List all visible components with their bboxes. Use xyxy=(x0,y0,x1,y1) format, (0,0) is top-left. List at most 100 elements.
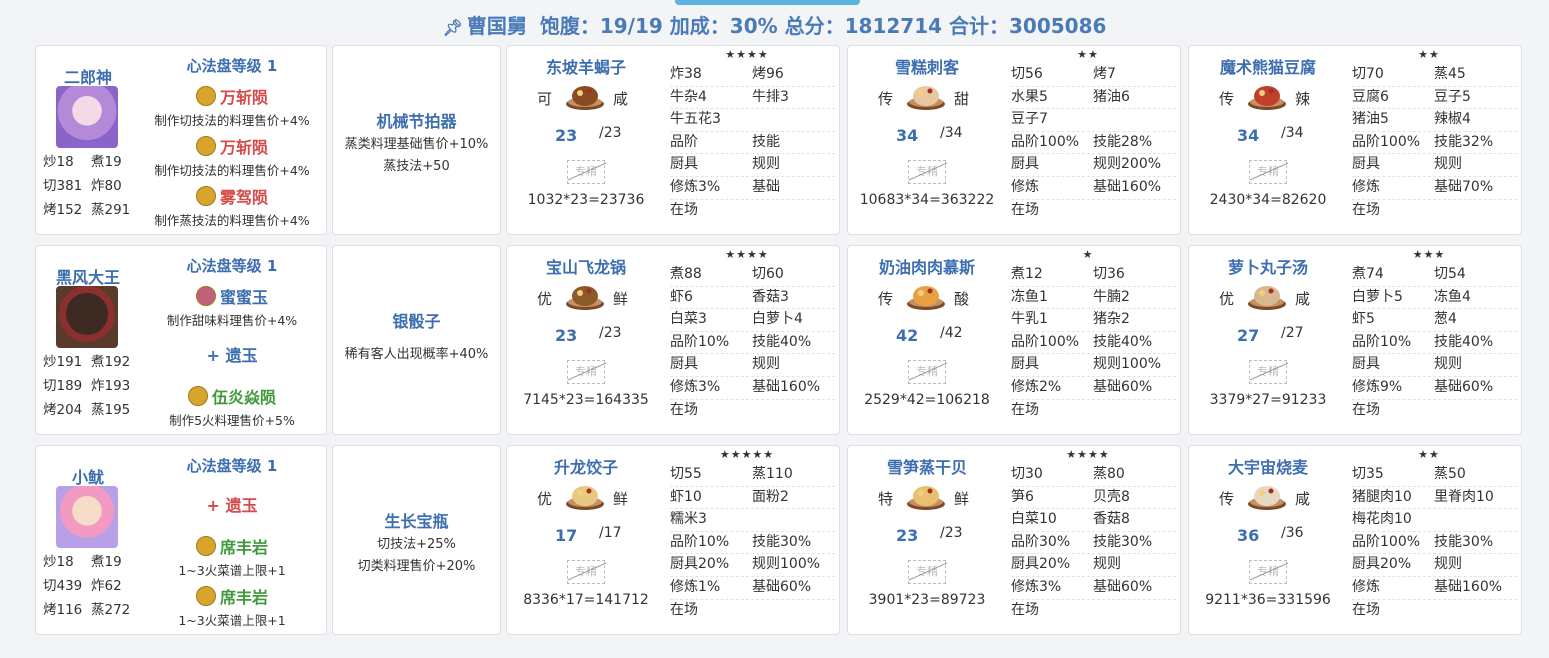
detail-cell: 豆子5 xyxy=(1434,88,1471,105)
detail-cell: 香菇8 xyxy=(1093,511,1130,528)
specialty-disabled-icon: 专精 xyxy=(908,160,946,184)
recipe-name: 升龙饺子 xyxy=(553,458,618,477)
jade-name-line: 万斩陨 xyxy=(141,84,323,108)
detail-cell: 豆子7 xyxy=(1011,111,1048,128)
jade-slot[interactable]: 蜜蜜玉 制作甜味料理售价+4% xyxy=(141,284,323,329)
jade-name: 万斩陨 xyxy=(219,138,268,157)
detail-cell: 规则 xyxy=(752,356,780,373)
recipe-rarity-tag: 可 xyxy=(537,90,553,108)
recipe-card[interactable]: 雪糕刺客 ★★ 传 甜 34 34 专精 10683*34=363222 切56 烤7 水果5 猪油6… xyxy=(847,45,1181,235)
recipe-flavor-tag: 咸 xyxy=(613,90,629,108)
recipe-detail-grid: 煮74 切54 白萝卜5 冻鱼4 虾5 葱4 品阶10% 技能40% 厨具 规则 修炼9% 基础60%… xyxy=(1352,264,1517,421)
detail-cell: 切70 xyxy=(1352,66,1384,82)
detail-row: 修炼9% 基础60% xyxy=(1352,377,1517,400)
score-text: 总分：1812714 xyxy=(784,14,943,38)
jade-name: + 遗玉 xyxy=(206,346,258,365)
recipe-quantity[interactable]: 36 xyxy=(1237,526,1259,545)
detail-cell: 辣椒4 xyxy=(1434,111,1471,128)
detail-cell: 笋6 xyxy=(1011,488,1034,505)
jade-slot[interactable]: + 遗玉 xyxy=(141,492,323,516)
recipe-quantity[interactable]: 34 xyxy=(896,126,918,145)
detail-row: 切55 蒸110 xyxy=(670,464,835,487)
jade-gem-icon xyxy=(195,536,216,556)
stat-value: 煮192 xyxy=(91,354,131,370)
recipe-card[interactable]: 奶油肉肉慕斯 ★ 传 酸 42 42 专精 2529*42=106218 煮12 切36 冻鱼1 牛腩… xyxy=(847,245,1181,435)
recipe-rarity-tag: 优 xyxy=(537,490,553,508)
detail-row: 在场 xyxy=(1352,600,1517,622)
jade-slot[interactable]: 雾驾陨 制作蒸技法的料理售价+4% xyxy=(141,184,323,229)
recipe-card[interactable]: 雪笋蒸干贝 ★★★★ 特 鲜 23 23 专精 3901*23=89723 切30 蒸80 笋6 贝壳… xyxy=(847,445,1181,635)
recipe-detail-grid: 切35 蒸50 猪腿肉10 里脊肉10 梅花肉10 品阶100% 技能30% 厨具20% 规则修… xyxy=(1352,464,1517,621)
jade-slot[interactable]: 万斩陨 制作切技法的料理售价+4% xyxy=(141,134,323,179)
equip-effect-line: 稀有客人出现概率+40% xyxy=(344,347,489,362)
detail-cell: 基础160% xyxy=(1434,578,1503,595)
jade-slot[interactable]: 万斩陨 制作切技法的料理售价+4% xyxy=(141,84,323,129)
recipe-quantity[interactable]: 23 xyxy=(555,126,577,145)
jade-gem-icon xyxy=(195,286,216,306)
detail-cell: 虾5 xyxy=(1352,311,1375,328)
recipe-max-quantity: 34 xyxy=(940,125,963,141)
specialty-disabled-icon: 专精 xyxy=(908,360,946,384)
recipe-max-quantity: 23 xyxy=(599,125,622,141)
equip-card[interactable]: 生长宝瓶 切技法+25% 切类料理售价+20% xyxy=(332,445,501,635)
detail-cell: 品阶30% xyxy=(1011,533,1071,550)
specialty-disabled-icon: 专精 xyxy=(567,160,605,184)
jade-name-line: 席丰岩 xyxy=(141,534,323,558)
chef-card[interactable]: 二郎神 炒18 煮19 切381 炸80 烤152 蒸291 心法盘等级 1 万斩陨 制作切技法的… xyxy=(35,45,327,235)
recipe-quantity[interactable]: 23 xyxy=(896,526,918,545)
recipe-rarity-tag: 传 xyxy=(1219,90,1235,108)
detail-row: 冻鱼1 牛腩2 xyxy=(1011,287,1176,310)
recipe-name: 雪糕刺客 xyxy=(894,58,959,77)
stat-row: 炒18 煮19 xyxy=(43,150,143,174)
detail-cell: 修炼 xyxy=(1352,578,1380,595)
recipe-card[interactable]: 魔术熊猫豆腐 ★★ 传 辣 34 34 专精 2430*34=82620 切70 蒸45 豆腐6 豆子… xyxy=(1188,45,1522,235)
recipe-card[interactable]: 大宇宙烧麦 ★★ 传 咸 36 36 专精 9211*36=331596 切35 蒸50 猪腿肉10… xyxy=(1188,445,1522,635)
equip-card[interactable]: 机械节拍器 蒸类料理基础售价+10% 蒸技法+50 xyxy=(332,45,501,235)
detail-row: 修炼3% 基础60% xyxy=(1011,577,1176,600)
chef-card[interactable]: 黑风大王 炒191 煮192 切189 炸193 烤204 蒸195 心法盘等级 1 蜜蜜玉 制作… xyxy=(35,245,327,435)
detail-row: 品阶100% 技能32% xyxy=(1352,132,1517,155)
recipe-name: 宝山飞龙锅 xyxy=(545,258,626,277)
recipe-quantity[interactable]: 23 xyxy=(555,326,577,345)
detail-cell: 基础70% xyxy=(1434,178,1494,195)
recipe-card[interactable]: 东坡羊蝎子★★★★可咸2323专精1032*23=23736炸38烤96牛杂4牛… xyxy=(506,45,840,235)
detail-cell: 牛排3 xyxy=(752,88,789,105)
recipe-quantity[interactable]: 17 xyxy=(555,526,577,545)
recipe-card[interactable]: 萝卜丸子汤 ★★★ 优 咸 27 27 专精 3379*27=91233 煮74 切54 白萝卜5 冻… xyxy=(1188,245,1522,435)
recipe-quantity[interactable]: 42 xyxy=(896,326,918,345)
detail-cell: 技能 xyxy=(752,133,780,150)
detail-row: 修炼3% 基础 xyxy=(670,177,835,200)
jade-slot[interactable]: + 遗玉 xyxy=(141,342,323,366)
detail-row: 厨具 规则 xyxy=(670,354,835,377)
detail-cell: 烤7 xyxy=(1093,66,1116,82)
detail-cell: 白菜10 xyxy=(1011,511,1057,528)
jade-name: 蜜蜜玉 xyxy=(219,288,268,307)
detail-cell: 猪腿肉10 xyxy=(1352,488,1412,505)
jade-name: 雾驾陨 xyxy=(219,188,268,207)
detail-cell: 技能40% xyxy=(752,333,812,350)
chef-name: 二郎神 xyxy=(63,68,112,87)
recipe-quantity[interactable]: 34 xyxy=(1237,126,1259,145)
stat-row: 切189 炸193 xyxy=(43,374,143,398)
jade-name: 伍炎焱陨 xyxy=(211,388,276,407)
recipe-detail-grid: 切56 烤7 水果5 猪油6 豆子7 品阶100% 技能28% 厨具 规则200% 修炼 基础160… xyxy=(1011,64,1176,221)
recipe-card[interactable]: 升龙饺子 ★★★★★ 优 鲜 17 17 专精 8336*17=141712 切55 蒸110 虾1… xyxy=(506,445,840,635)
recipe-price-formula: 9211*36=331596 xyxy=(1205,592,1331,608)
detail-cell: 修炼 xyxy=(1011,178,1039,195)
detail-cell: 规则 xyxy=(1434,556,1462,573)
equip-card[interactable]: 银骰子 稀有客人出现概率+40% xyxy=(332,245,501,435)
detail-cell: 切56 xyxy=(1011,66,1043,82)
dish-icon xyxy=(1247,478,1287,512)
recipe-quantity[interactable]: 27 xyxy=(1237,326,1259,345)
chef-avatar xyxy=(56,86,118,148)
specialty-disabled-icon: 专精 xyxy=(908,560,946,584)
detail-cell: 品阶10% xyxy=(670,333,730,350)
jade-effect: 1~3火菜谱上限+1 xyxy=(178,563,286,578)
jade-slot[interactable]: 席丰岩 1~3火菜谱上限+1 xyxy=(141,584,323,629)
detail-row: 糯米3 xyxy=(670,509,835,532)
jade-slot[interactable]: 席丰岩 1~3火菜谱上限+1 xyxy=(141,534,323,579)
recipe-card[interactable]: 宝山飞龙锅 ★★★★ 优 鲜 23 23 专精 7145*23=164335 煮88 切60 虾6 香… xyxy=(506,245,840,435)
jade-slot[interactable]: 伍炎焱陨 制作5火料理售价+5% xyxy=(141,384,323,429)
chef-card[interactable]: 小鱿 炒18 煮19 切439 炸62 烤116 蒸272 心法盘等级 1 + 遗玉 席丰岩 1~3… xyxy=(35,445,327,635)
detail-cell: 厨具 xyxy=(1011,356,1039,373)
